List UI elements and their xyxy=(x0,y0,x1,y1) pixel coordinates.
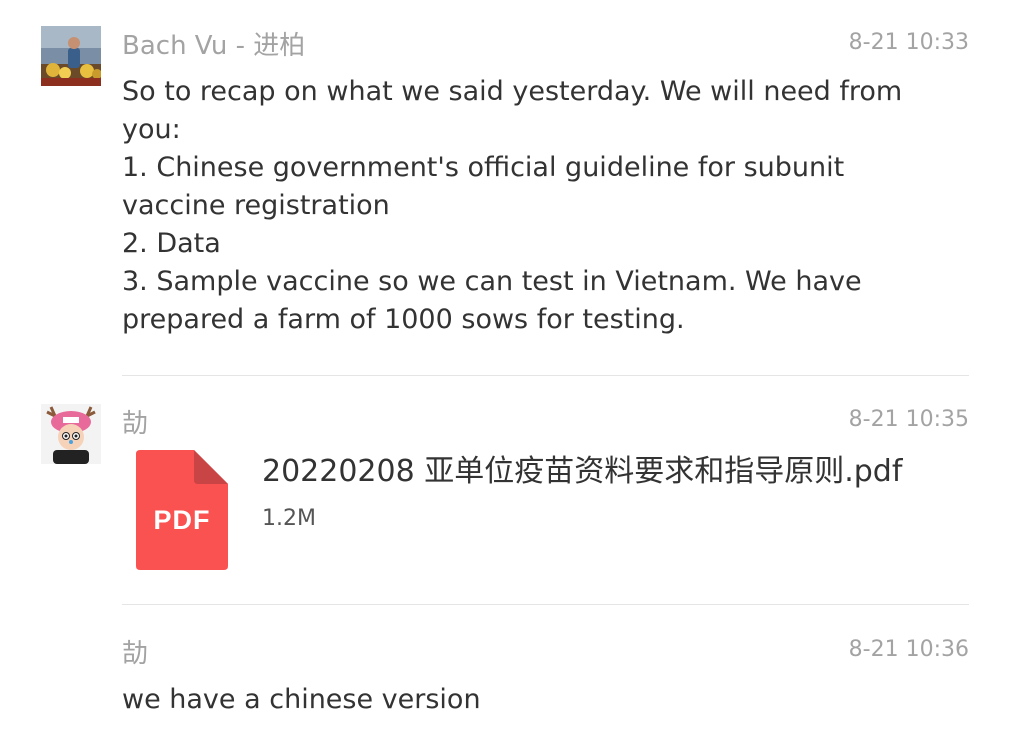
pdf-icon-label: PDF xyxy=(153,505,211,535)
message-timestamp: 8-21 10:35 xyxy=(848,407,969,432)
file-attachment[interactable]: PDF 20220208 亚单位疫苗资料要求和指导原则.pdf 1.2M xyxy=(122,440,942,580)
cartoon-character-avatar-icon xyxy=(41,404,101,464)
message-line: 3. Sample vaccine so we can test in Viet… xyxy=(122,266,862,297)
message-line: we have a chinese version xyxy=(122,684,481,715)
avatar[interactable] xyxy=(41,26,101,86)
message-line: 1. Chinese government's official guideli… xyxy=(122,152,845,183)
message-text[interactable]: we have a chinese version xyxy=(122,681,922,719)
message-line: 2. Data xyxy=(122,228,221,259)
message-divider xyxy=(122,375,969,376)
message-timestamp: 8-21 10:33 xyxy=(848,30,969,55)
file-size: 1.2M xyxy=(262,506,316,531)
avatar[interactable] xyxy=(41,404,101,464)
message-text[interactable]: So to recap on what we said yesterday. W… xyxy=(122,73,922,339)
sender-name: Bach Vu - 进柏 xyxy=(122,31,306,61)
user-photo-avatar-icon xyxy=(41,26,101,86)
message-divider xyxy=(122,604,969,605)
message-line: prepared a farm of 1000 sows for testing… xyxy=(122,304,685,335)
message-timestamp: 8-21 10:36 xyxy=(848,637,969,662)
message-line: So to recap on what we said yesterday. W… xyxy=(122,76,903,107)
sender-name: 劼 xyxy=(122,409,149,439)
file-name: 20220208 亚单位疫苗资料要求和指导原则.pdf xyxy=(262,454,903,489)
sender-name: 劼 xyxy=(122,639,149,669)
pdf-file-icon: PDF xyxy=(136,450,228,570)
message-line: vaccine registration xyxy=(122,190,390,221)
message-line: you: xyxy=(122,114,181,145)
